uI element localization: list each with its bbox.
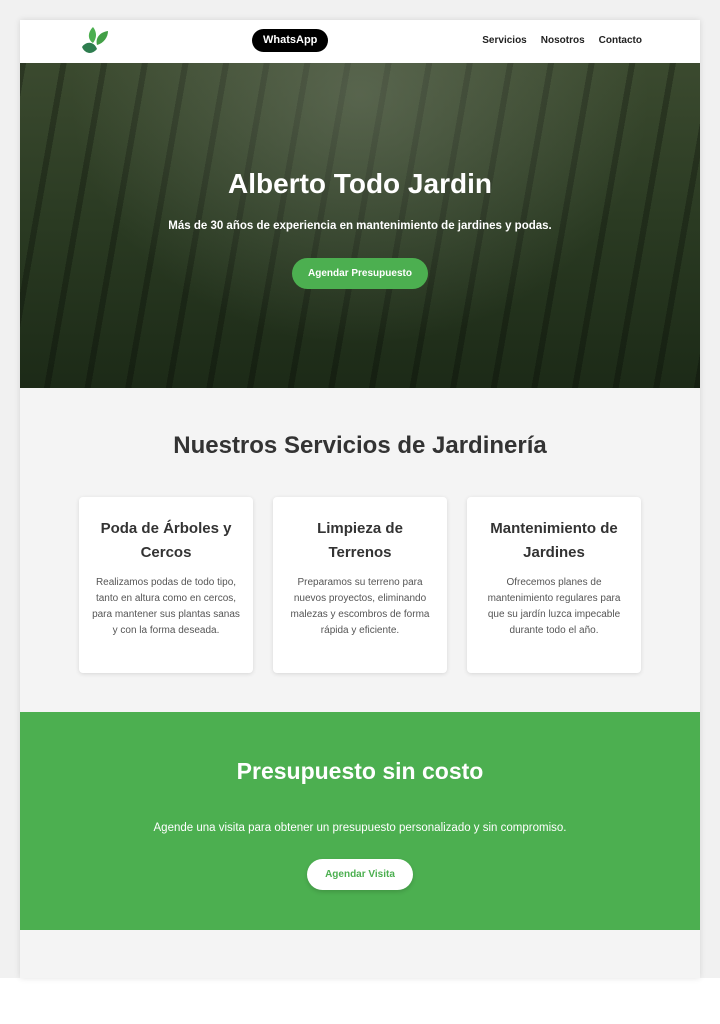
page: WhatsApp Servicios Nosotros Contacto Alb… [20, 20, 700, 978]
navbar: WhatsApp Servicios Nosotros Contacto [20, 20, 700, 63]
agendar-visita-button[interactable]: Agendar Visita [307, 859, 413, 890]
service-card-text: Ofrecemos planes de mantenimiento regula… [487, 577, 621, 636]
hero-section: Alberto Todo Jardin Más de 30 años de ex… [20, 63, 700, 388]
whatsapp-button[interactable]: WhatsApp [252, 29, 329, 52]
service-card-title: Limpieza de Terrenos [317, 520, 403, 561]
cta-section: Presupuesto sin costo Agende una visita … [20, 712, 700, 930]
nav-link-servicios[interactable]: Servicios [482, 35, 526, 46]
leaf-logo-icon[interactable] [80, 25, 110, 57]
cta-text: Agende una visita para obtener un presup… [153, 822, 567, 834]
cta-title: Presupuesto sin costo [236, 758, 484, 784]
nav-link-nosotros[interactable]: Nosotros [541, 35, 585, 46]
nav-link-contacto[interactable]: Contacto [599, 35, 642, 46]
service-card-text: Realizamos podas de todo tipo, tanto en … [92, 577, 240, 636]
service-card: Limpieza de Terrenos Preparamos su terre… [273, 497, 447, 673]
service-card: Poda de Árboles y Cercos Realizamos poda… [79, 497, 253, 673]
nav-links: Servicios Nosotros Contacto [482, 35, 642, 46]
service-card-title: Poda de Árboles y Cercos [100, 520, 232, 561]
services-title: Nuestros Servicios de Jardinería [173, 432, 547, 459]
agendar-presupuesto-button[interactable]: Agendar Presupuesto [292, 258, 428, 289]
service-card-text: Preparamos su terreno para nuevos proyec… [290, 577, 430, 636]
service-card: Mantenimiento de Jardines Ofrecemos plan… [467, 497, 641, 673]
hero-title: Alberto Todo Jardin [228, 168, 492, 199]
service-card-title: Mantenimiento de Jardines [490, 520, 618, 561]
hero-subtitle: Más de 30 años de experiencia en manteni… [168, 220, 552, 232]
